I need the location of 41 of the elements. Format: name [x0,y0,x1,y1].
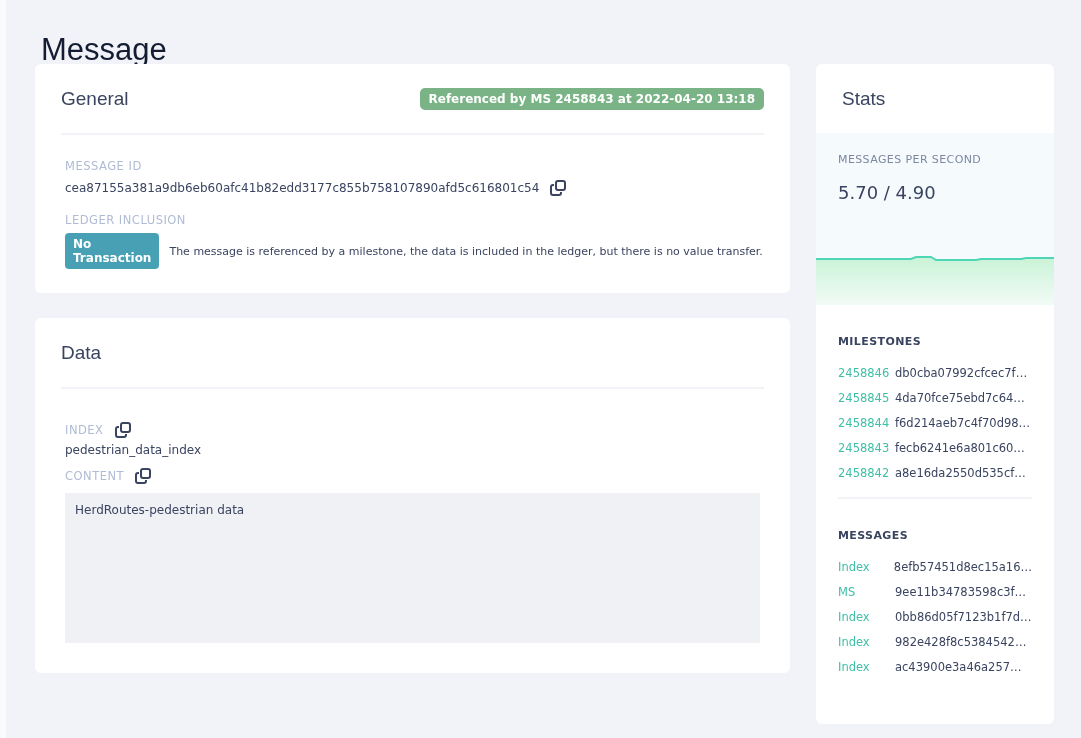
milestone-id: db0cba07992cfcec7f… [895,365,1028,380]
copy-icon[interactable] [134,467,153,485]
milestone-link[interactable]: 2458844 [838,415,895,430]
content-text: HerdRoutes-pedestrian data [75,503,245,517]
field-label: LEDGER INCLUSION [65,213,187,227]
section-label: MESSAGES [838,529,909,542]
copy-icon[interactable] [113,421,132,439]
message-id[interactable]: 8efb57451d8ec15a16… [893,559,1032,574]
page-title: Message [41,31,167,62]
milestone-link[interactable]: 2458845 [838,390,895,405]
message-id[interactable]: ac43900e3a46a257… [895,659,1022,674]
ledger-badge: No Transaction [65,233,160,269]
index-value: pedestrian_data_index [65,443,203,457]
field-label: INDEX [65,423,104,437]
message-type-link[interactable]: Index [838,634,895,649]
message-id[interactable]: 9ee11b34783598c3f… [895,584,1027,599]
ledger-description: The message is referenced by a milestone, the data is included in the ledger, but there is no value transfer. [169,244,763,258]
message-id: cea87155a381a9db6eb60afc41b82edd3177c855b758107890afd5c616801c54 [65,181,540,195]
message-type-link[interactable]: Index [838,609,895,624]
card-title: Data [61,341,102,364]
milestone-link[interactable]: 2458842 [838,465,895,480]
milestone-link[interactable]: 2458843 [838,440,895,455]
milestone-id: 4da70fce75ebd7c64… [895,390,1025,405]
section-label: MESSAGES PER SECOND [837,152,983,166]
card-title: General [61,87,129,110]
message-type-link[interactable]: MS [838,584,895,599]
status-badge: Referenced by MS 2458843 at 2022-04-20 13:18 [419,87,764,110]
stat-value: 5.70 / 4.90 [837,181,937,203]
field-label: CONTENT [65,469,125,483]
milestone-id: f6d214aeb7c4f70d98… [895,415,1031,430]
copy-icon[interactable] [549,179,568,197]
message-type-link[interactable]: Index [838,559,894,574]
message-id[interactable]: 982e428f8c5384542… [895,634,1027,649]
milestone-id: fecb6241e6a801c60… [895,440,1025,455]
message-id[interactable]: 0bb86d05f7123b1f7d… [895,609,1032,624]
card-title: Stats [842,87,886,110]
field-label: MESSAGE ID [65,159,143,173]
milestone-id: a8e16da2550d535cf… [895,465,1026,480]
section-label: MILESTONES [838,335,922,348]
milestone-link[interactable]: 2458846 [838,365,895,380]
message-type-link[interactable]: Index [838,659,895,674]
